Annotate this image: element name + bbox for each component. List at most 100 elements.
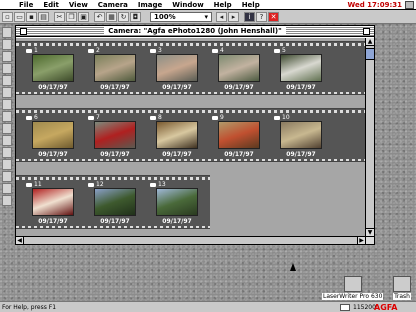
menu-edit[interactable]: Edit: [38, 0, 64, 10]
thumbnail-frame[interactable]: 12 09/17/97: [84, 180, 146, 226]
thumbnail-number-text: 4: [220, 47, 224, 54]
thumbnail-image[interactable]: [218, 121, 260, 149]
camera-icon[interactable]: ◘: [130, 11, 141, 22]
thumbnail-frame[interactable]: 10 09/17/97: [270, 113, 332, 159]
stop-icon[interactable]: ✕: [268, 11, 279, 22]
menubar-clock: Wed 17:09:31: [347, 1, 403, 9]
thumbnail-image[interactable]: [280, 121, 322, 149]
eraser-tool-icon[interactable]: [2, 111, 12, 122]
new-icon[interactable]: ▫: [2, 11, 13, 22]
thumbnail-date: 09/17/97: [100, 151, 130, 158]
thumbnail-image[interactable]: [156, 54, 198, 82]
thumbnail-image[interactable]: [156, 188, 198, 216]
rotate-tool-icon[interactable]: [2, 75, 12, 86]
contrast-tool-icon[interactable]: [2, 171, 12, 182]
menu-window[interactable]: Window: [167, 0, 208, 10]
copy-icon[interactable]: ❐: [66, 11, 77, 22]
scroll-down-icon[interactable]: ▼: [366, 228, 374, 236]
thumbnail-area: 1 09/17/97 2 09/17/97 3 09/17/97 4 09/17/97 5 09/…: [16, 38, 365, 236]
trash-desktop-icon[interactable]: Trash: [393, 276, 411, 300]
window-title-bar[interactable]: Camera: "Agfa ePhoto1280 (John Henshall)…: [16, 26, 374, 37]
thumbnail-number-text: 6: [34, 114, 38, 121]
save-icon[interactable]: ▪: [26, 11, 37, 22]
thumbnail-frame[interactable]: 6 09/17/97: [22, 113, 84, 159]
thumbnail-number: 8: [150, 114, 162, 121]
application-menu-icon[interactable]: [405, 1, 414, 9]
resize-grip-icon[interactable]: [365, 236, 374, 244]
thumbnail-image[interactable]: [280, 54, 322, 82]
thumbnail-frame[interactable]: 13 09/17/97: [146, 180, 208, 226]
paste-icon[interactable]: ▣: [78, 11, 89, 22]
trash-label: Trash: [393, 293, 411, 300]
toolbar: ▫ ▭ ▪ ▤ ✂ ❐ ▣ ↶ ▦ ↻ ◘ 100% ▾ ◂ ▸ i ? ✕: [0, 10, 416, 24]
thumbnail-date: 09/17/97: [38, 218, 68, 225]
zoom-box-icon[interactable]: [363, 28, 370, 35]
side-toolbar: [2, 27, 12, 207]
thumbnail-image[interactable]: [94, 121, 136, 149]
camera-icon: [274, 115, 280, 120]
cut-icon[interactable]: ✂: [54, 11, 65, 22]
camera-icon: [212, 48, 218, 53]
pencil-tool-icon[interactable]: [2, 99, 12, 110]
scroll-right-icon[interactable]: ▶: [357, 237, 365, 244]
thumbnail-frame[interactable]: 3 09/17/97: [146, 46, 208, 92]
thumbnail-image[interactable]: [94, 54, 136, 82]
zoom-select[interactable]: 100% ▾: [150, 11, 212, 22]
thumbnail-image[interactable]: [218, 54, 260, 82]
select-tool-icon[interactable]: [2, 27, 12, 38]
thumbnail-image[interactable]: [32, 188, 74, 216]
thumbnail-date: 09/17/97: [100, 84, 130, 91]
thumbnail-number-text: 12: [96, 181, 104, 188]
thumbnail-frame[interactable]: 1 09/17/97: [22, 46, 84, 92]
brightness-tool-icon[interactable]: [2, 159, 12, 170]
menu-camera[interactable]: Camera: [93, 0, 133, 10]
thumbnail-image[interactable]: [94, 188, 136, 216]
thumbnail-frame[interactable]: 8 09/17/97: [146, 113, 208, 159]
open-icon[interactable]: ▭: [14, 11, 25, 22]
thumbnail-frame[interactable]: 5 09/17/97: [270, 46, 332, 92]
image-icon[interactable]: ▦: [106, 11, 117, 22]
eyedropper-tool-icon[interactable]: [2, 135, 12, 146]
zoom-tool-icon[interactable]: [2, 63, 12, 74]
printer-desktop-icon[interactable]: LaserWriter Pro 630: [322, 276, 384, 300]
thumbnail-image[interactable]: [32, 54, 74, 82]
thumbnail-frame[interactable]: 7 09/17/97: [84, 113, 146, 159]
menu-view[interactable]: View: [64, 0, 93, 10]
zoom-in-icon[interactable]: ▸: [228, 11, 239, 22]
zoom-value: 100%: [154, 12, 176, 21]
thumbnail-frame[interactable]: 2 09/17/97: [84, 46, 146, 92]
pan-tool-icon[interactable]: [2, 51, 12, 62]
scroll-left-icon[interactable]: ◀: [16, 237, 24, 244]
thumbnail-frame[interactable]: 4 09/17/97: [208, 46, 270, 92]
print-icon[interactable]: ▤: [38, 11, 49, 22]
undo-icon[interactable]: ↶: [94, 11, 105, 22]
thumbnail-image[interactable]: [156, 121, 198, 149]
info-icon[interactable]: i: [244, 11, 255, 22]
sharpen-tool-icon[interactable]: [2, 183, 12, 194]
crop-tool-icon[interactable]: [2, 39, 12, 50]
thumbnail-number-text: 2: [96, 47, 100, 54]
menu-help[interactable]: Help: [209, 0, 237, 10]
help-icon[interactable]: ?: [256, 11, 267, 22]
status-help-text: For Help, press F1: [2, 303, 57, 311]
rotate-icon[interactable]: ↻: [118, 11, 129, 22]
thumbnail-number: 5: [274, 47, 286, 54]
color-tool-icon[interactable]: [2, 147, 12, 158]
menu-file[interactable]: File: [14, 0, 38, 10]
settings-tool-icon[interactable]: [2, 195, 12, 206]
thumbnail-frame[interactable]: 11 09/17/97: [22, 180, 84, 226]
thumbnail-image[interactable]: [32, 121, 74, 149]
thumbnail-frame[interactable]: 9 09/17/97: [208, 113, 270, 159]
horizontal-scrollbar[interactable]: ◀ ▶: [16, 236, 365, 244]
text-tool-icon[interactable]: [2, 87, 12, 98]
menu-help-2[interactable]: Help: [237, 0, 265, 10]
menu-image[interactable]: Image: [133, 0, 167, 10]
scroll-up-icon[interactable]: ▲: [366, 38, 374, 46]
film-strip: 1 09/17/97 2 09/17/97 3 09/17/97 4 09/17/97 5 09/…: [16, 41, 365, 95]
camera-icon: [274, 48, 280, 53]
vertical-scrollbar[interactable]: ▲ ▼: [365, 38, 374, 236]
fill-tool-icon[interactable]: [2, 123, 12, 134]
thumbnail-number: 4: [212, 47, 224, 54]
vertical-scroll-thumb[interactable]: [366, 48, 374, 60]
zoom-out-icon[interactable]: ◂: [216, 11, 227, 22]
